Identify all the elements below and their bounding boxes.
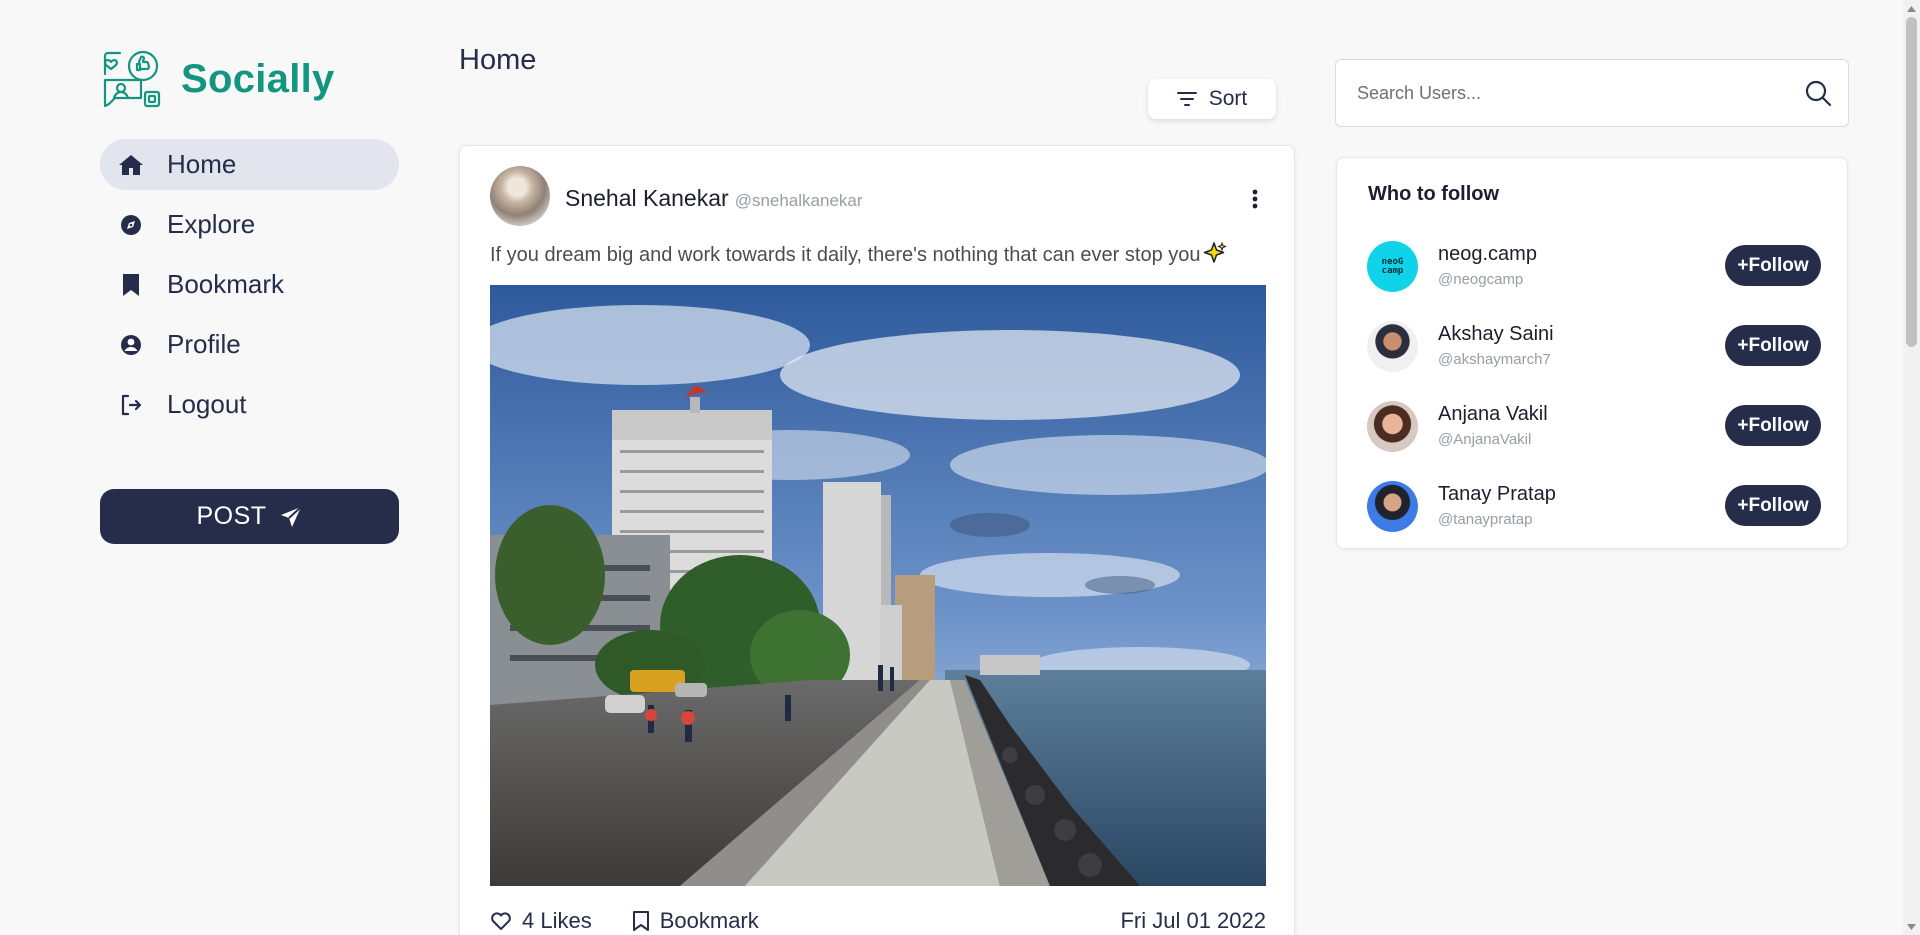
sidebar-item-label: Home [167,149,237,179]
avatar[interactable] [1367,401,1418,452]
follow-suggestion: Anjana Vakil @AnjanaVakil +Follow [1367,399,1821,455]
sort-label: Sort [1208,87,1248,110]
bookmark-button[interactable]: Bookmark [632,908,759,934]
more-options-icon[interactable] [1245,186,1265,212]
post-text: If you dream big and work towards it dai… [490,241,1227,267]
avatar[interactable] [1367,321,1418,372]
avatar[interactable]: neoG camp [1367,241,1418,292]
avatar[interactable] [1367,481,1418,532]
sidebar-item-label: Logout [167,389,247,419]
follow-suggestion: Tanay Pratap @tanaypratap +Follow [1367,479,1821,535]
user-handle: @tanaypratap [1438,511,1533,528]
post-card: Snehal Kanekar @snehalkanekar If you dre… [459,145,1295,935]
search-icon[interactable] [1788,63,1848,123]
logout-icon [118,392,144,418]
sidebar-item-label: Bookmark [167,269,285,299]
page-scrollbar[interactable] [1903,0,1920,935]
author-handle: @snehalkanekar [734,191,863,210]
user-handle: @AnjanaVakil [1438,431,1532,448]
brand[interactable]: Socially [101,48,335,110]
avatar[interactable] [490,166,550,226]
user-name[interactable]: neog.camp [1438,243,1537,266]
like-button[interactable]: 4 Likes [490,908,592,934]
page-title: Home [459,44,537,76]
sidebar-item-explore[interactable]: Explore [100,199,399,250]
brand-name: Socially [181,56,335,101]
author-name[interactable]: Snehal Kanekar [565,185,729,212]
filter-icon [1176,92,1197,106]
user-handle: @akshaymarch7 [1438,351,1551,368]
sidebar-item-logout[interactable]: Logout [100,379,399,430]
sidebar-nav: Home Explore Bookmark Profile Logout [100,139,399,439]
sidebar-item-label: Explore [167,209,256,239]
follow-button[interactable]: +Follow [1725,245,1821,286]
sidebar-item-label: Profile [167,329,241,359]
search-box [1335,59,1849,127]
search-input[interactable] [1357,82,1788,104]
social-media-logo-icon [103,50,161,108]
follow-suggestion: Akshay Saini @akshaymarch7 +Follow [1367,319,1821,375]
bookmark-label: Bookmark [659,908,759,933]
user-name[interactable]: Akshay Saini [1438,323,1554,346]
home-icon [118,152,144,178]
sidebar-item-home[interactable]: Home [100,139,399,190]
sparkles-icon [1203,241,1227,263]
user-name[interactable]: Tanay Pratap [1438,483,1556,506]
post-text-content: If you dream big and work towards it dai… [490,244,1201,266]
user-name[interactable]: Anjana Vakil [1438,403,1548,426]
scroll-up-icon[interactable] [1903,0,1920,17]
post-button[interactable]: POST [100,489,399,544]
follow-button[interactable]: +Follow [1725,405,1821,446]
user-handle: @neogcamp [1438,271,1524,288]
follow-suggestion: neoG camp neog.camp @neogcamp +Follow [1367,239,1821,295]
user-circle-icon [118,332,144,358]
post-actions: 4 Likes Bookmark Fri Jul 01 2022 [490,906,1266,935]
scroll-down-icon[interactable] [1903,918,1920,935]
who-to-follow-title: Who to follow [1368,183,1500,205]
follow-button[interactable]: +Follow [1725,485,1821,526]
who-to-follow-card: Who to follow neoG camp neog.camp @neogc… [1336,157,1848,549]
bookmark-icon [118,272,144,298]
post-author[interactable]: Snehal Kanekar @snehalkanekar [565,185,863,212]
compass-icon [118,212,144,238]
post-button-label: POST [196,502,267,530]
sort-button[interactable]: Sort [1148,79,1276,119]
seaside-photo [490,285,1266,886]
sidebar-item-bookmark[interactable]: Bookmark [100,259,399,310]
avatar-text: camp [1381,265,1404,276]
heart-icon [491,912,511,930]
post-date: Fri Jul 01 2022 [1120,908,1266,933]
send-icon [280,505,302,527]
post-image[interactable] [490,285,1266,886]
likes-label: 4 Likes [522,908,592,933]
sidebar-item-profile[interactable]: Profile [100,319,399,370]
follow-button[interactable]: +Follow [1725,325,1821,366]
scrollbar-thumb[interactable] [1906,17,1917,347]
bookmark-outline-icon [632,911,649,931]
